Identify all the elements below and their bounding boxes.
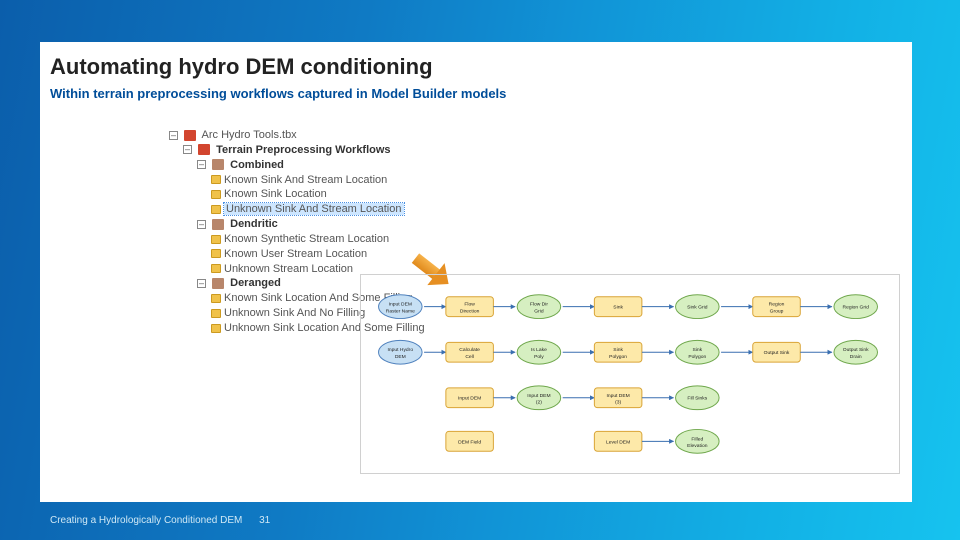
svg-text:Fill Sinks: Fill Sinks	[687, 396, 707, 402]
svg-text:Filled: Filled	[691, 436, 703, 442]
svg-text:Region: Region	[769, 302, 785, 308]
model-tool-icon	[211, 324, 221, 333]
tree-group-label: Dendritic	[230, 218, 278, 230]
tree-tool-label: Known Sink Location	[224, 188, 327, 200]
svg-text:Is Lake: Is Lake	[531, 347, 547, 353]
model-tool-icon	[211, 205, 221, 214]
expander-icon[interactable]: –	[197, 279, 206, 288]
tree-tool[interactable]: Known Sink Location	[211, 187, 425, 202]
tree-root-label: Arc Hydro Tools.tbx	[202, 129, 297, 141]
svg-text:Input DEM: Input DEM	[606, 393, 629, 399]
tree-tool[interactable]: Known Sink And Stream Location	[211, 173, 425, 188]
model-tool-icon	[211, 190, 221, 199]
svg-text:Elevation: Elevation	[687, 443, 708, 449]
svg-text:Input DEM: Input DEM	[527, 393, 550, 399]
svg-text:Grid: Grid	[534, 309, 544, 315]
svg-text:Input Hydro: Input Hydro	[388, 347, 414, 353]
svg-text:Output Sink: Output Sink	[843, 347, 869, 353]
tree-tool-label: Known Synthetic Stream Location	[224, 233, 389, 245]
tree-branch-label: Terrain Preprocessing Workflows	[216, 144, 390, 156]
footer-presentation: Creating a Hydrologically Conditioned DE…	[50, 515, 242, 526]
expander-icon[interactable]: –	[183, 145, 192, 154]
svg-text:Polygon: Polygon	[609, 354, 627, 360]
tree-tool[interactable]: Known Synthetic Stream Location	[211, 232, 425, 247]
model-builder-diagram: Input DEMRaster NameFlowDirectionFlow Di…	[360, 274, 900, 474]
tree-tool-label: Unknown Sink And Stream Location	[224, 203, 404, 215]
svg-text:(2): (2)	[536, 400, 542, 406]
svg-text:DEM: DEM	[395, 354, 406, 360]
tree-tool-label: Unknown Stream Location	[224, 263, 353, 275]
tree-tool-label: Known Sink And Stream Location	[224, 174, 387, 186]
tree-tool[interactable]: Known User Stream Location	[211, 247, 425, 262]
svg-text:Flow: Flow	[464, 302, 475, 308]
model-tool-icon	[211, 264, 221, 273]
svg-text:Input DEM: Input DEM	[458, 396, 481, 402]
toolset-icon	[212, 219, 224, 230]
slide-panel: Automating hydro DEM conditioning Within…	[40, 42, 912, 502]
toolset-icon	[212, 159, 224, 170]
tree-tool-label: Unknown Sink And No Filling	[224, 307, 365, 319]
svg-text:(3): (3)	[615, 400, 621, 406]
model-tool-icon	[211, 175, 221, 184]
tree-group-label: Deranged	[230, 277, 281, 289]
model-tool-icon	[211, 294, 221, 303]
toolbox-icon	[198, 144, 210, 155]
svg-text:Input DEM: Input DEM	[389, 302, 412, 308]
slide-title: Automating hydro DEM conditioning	[50, 54, 433, 80]
svg-text:Drain: Drain	[850, 354, 862, 360]
tree-tool[interactable]: Unknown Sink And Stream Location	[211, 202, 425, 217]
svg-text:Sink: Sink	[613, 347, 623, 353]
expander-icon[interactable]: –	[169, 131, 178, 140]
expander-icon[interactable]: –	[197, 220, 206, 229]
expander-icon[interactable]: –	[197, 160, 206, 169]
tree-group[interactable]: – Dendritic Known Synthetic Stream Locat…	[197, 217, 425, 276]
slide-footer: Creating a Hydrologically Conditioned DE…	[50, 515, 270, 526]
toolset-icon	[212, 278, 224, 289]
svg-text:Direction: Direction	[460, 309, 480, 315]
svg-text:Sink: Sink	[613, 305, 623, 311]
svg-text:DEM Field: DEM Field	[458, 439, 481, 445]
svg-text:Polygon: Polygon	[688, 354, 706, 360]
svg-text:Flow Dir: Flow Dir	[530, 302, 548, 308]
svg-text:Cell: Cell	[465, 354, 474, 360]
tree-group-label: Combined	[230, 159, 284, 171]
svg-text:Sink Grid: Sink Grid	[687, 305, 708, 311]
svg-text:Region Grid: Region Grid	[843, 305, 870, 311]
svg-text:Poly: Poly	[534, 354, 544, 360]
tree-tool-label: Known User Stream Location	[224, 248, 367, 260]
model-tool-icon	[211, 235, 221, 244]
svg-text:Sink: Sink	[693, 347, 703, 353]
slide-subtitle: Within terrain preprocessing workflows c…	[50, 86, 506, 101]
svg-text:Calculate: Calculate	[459, 347, 480, 353]
model-tool-icon	[211, 249, 221, 258]
svg-text:Raster Name: Raster Name	[386, 309, 415, 315]
toolbox-icon	[184, 130, 196, 141]
tree-group[interactable]: – Combined Known Sink And Stream Locatio…	[197, 158, 425, 217]
svg-text:Group: Group	[770, 309, 784, 315]
model-tool-icon	[211, 309, 221, 318]
footer-page: 31	[259, 515, 270, 526]
svg-text:Level DEM: Level DEM	[606, 439, 630, 445]
svg-text:Output Sink: Output Sink	[764, 350, 790, 356]
